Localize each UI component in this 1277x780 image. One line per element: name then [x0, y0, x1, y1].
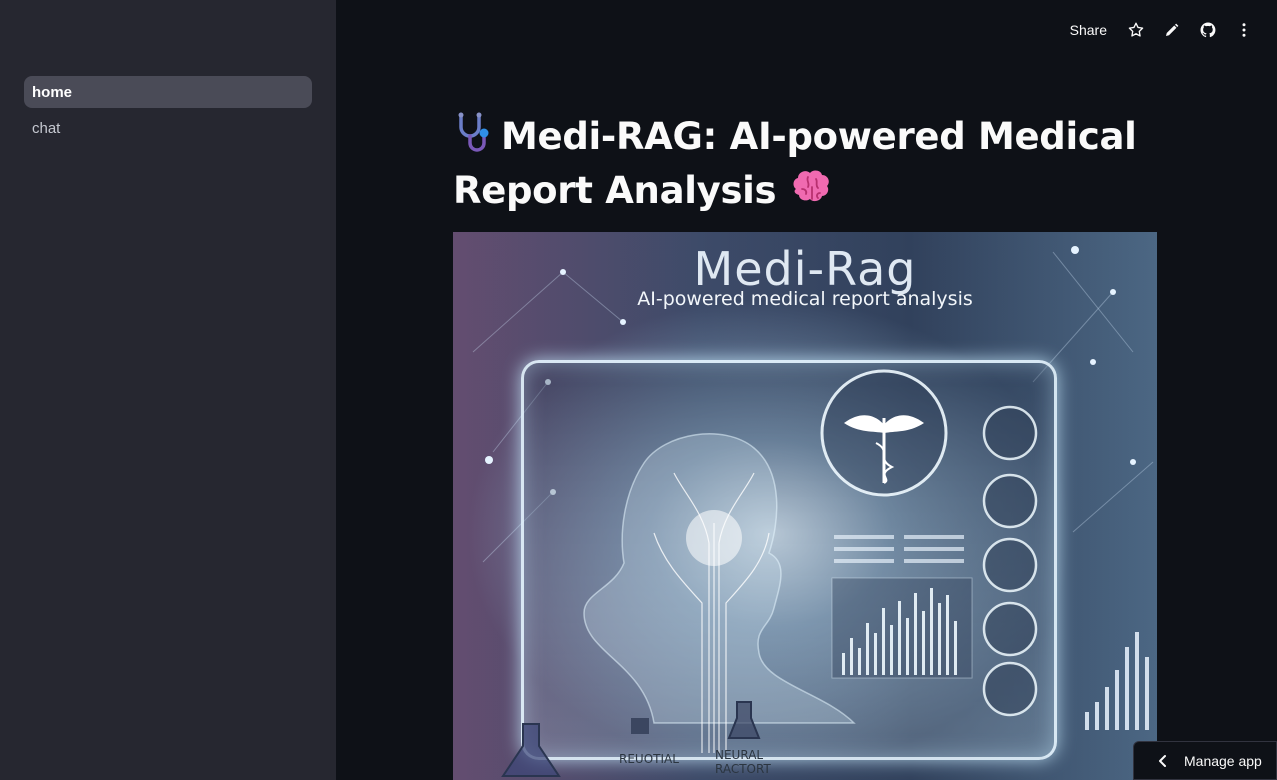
- chevron-left-icon: [1156, 754, 1170, 768]
- main-content: Medi-RAG: AI-powered Medical Report Anal…: [453, 110, 1157, 218]
- lab-flasks-decoration: [501, 701, 761, 777]
- streamlit-app: home chat Share Medi-RAG: AI-powered Med…: [0, 0, 1277, 780]
- share-button[interactable]: Share: [1070, 22, 1107, 38]
- sidebar-item-chat[interactable]: chat: [24, 112, 312, 144]
- top-toolbar: Share: [1070, 18, 1255, 42]
- sidebar-item-label: home: [32, 83, 73, 101]
- github-icon[interactable]: [1197, 19, 1219, 41]
- sidebar-item-home[interactable]: home: [24, 76, 312, 108]
- more-vertical-icon[interactable]: [1233, 19, 1255, 41]
- stethoscope-icon: [453, 111, 501, 155]
- star-icon[interactable]: [1125, 19, 1147, 41]
- edit-icon[interactable]: [1161, 19, 1183, 41]
- page-title: Medi-RAG: AI-powered Medical Report Anal…: [453, 110, 1157, 218]
- sidebar-item-label: chat: [32, 119, 61, 137]
- hero-label-left: REUOTIAL: [619, 752, 679, 766]
- sidebar-nav: home chat: [24, 76, 312, 148]
- sidebar: home chat: [0, 0, 336, 780]
- hero-label-right: NEURAL RACTORT: [715, 748, 771, 776]
- hero-image: Medi-Rag AI-powered medical report analy…: [453, 232, 1157, 780]
- manage-app-label: Manage app: [1184, 752, 1262, 769]
- brain-icon: [788, 165, 836, 209]
- manage-app-button[interactable]: Manage app: [1133, 741, 1277, 780]
